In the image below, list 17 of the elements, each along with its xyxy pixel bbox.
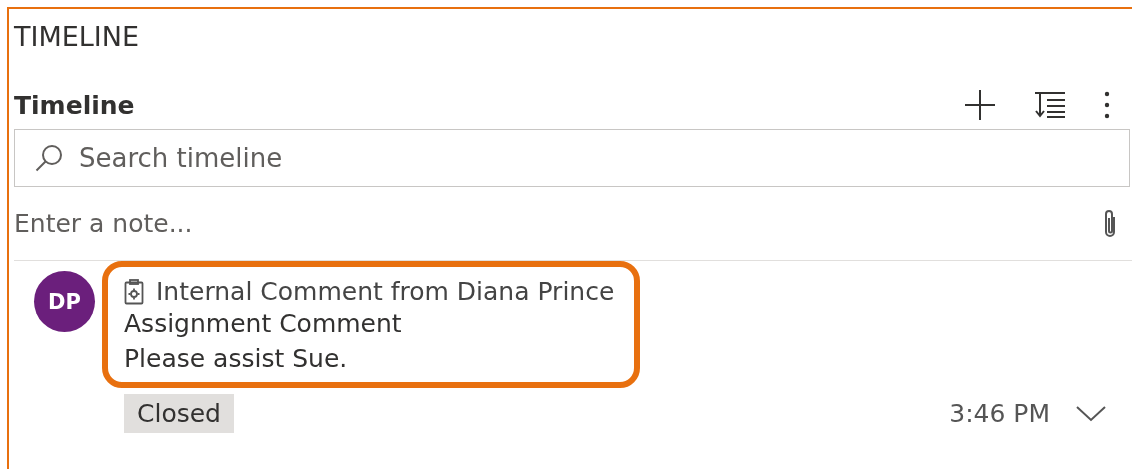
entry-time: 3:46 PM	[949, 399, 1050, 428]
entry-body: Please assist Sue.	[124, 343, 349, 375]
sort-list-icon[interactable]	[1034, 91, 1066, 119]
add-icon[interactable]	[964, 89, 996, 121]
status-badge: Closed	[124, 394, 234, 433]
search-icon	[35, 144, 63, 172]
clipboard-gear-icon	[124, 278, 144, 305]
avatar: DP	[34, 271, 95, 332]
section-label: TIMELINE	[14, 20, 141, 54]
paperclip-icon[interactable]	[1102, 208, 1118, 239]
note-field[interactable]: Enter a note...	[14, 187, 1132, 261]
search-field[interactable]: Search timeline	[14, 129, 1130, 187]
timeline-title: Timeline	[14, 90, 135, 120]
more-icon[interactable]	[1104, 91, 1110, 119]
entry-title: Internal Comment from Diana Prince	[156, 277, 615, 306]
chevron-down-icon[interactable]	[1076, 405, 1106, 422]
entry-subject: Assignment Comment	[124, 308, 403, 340]
